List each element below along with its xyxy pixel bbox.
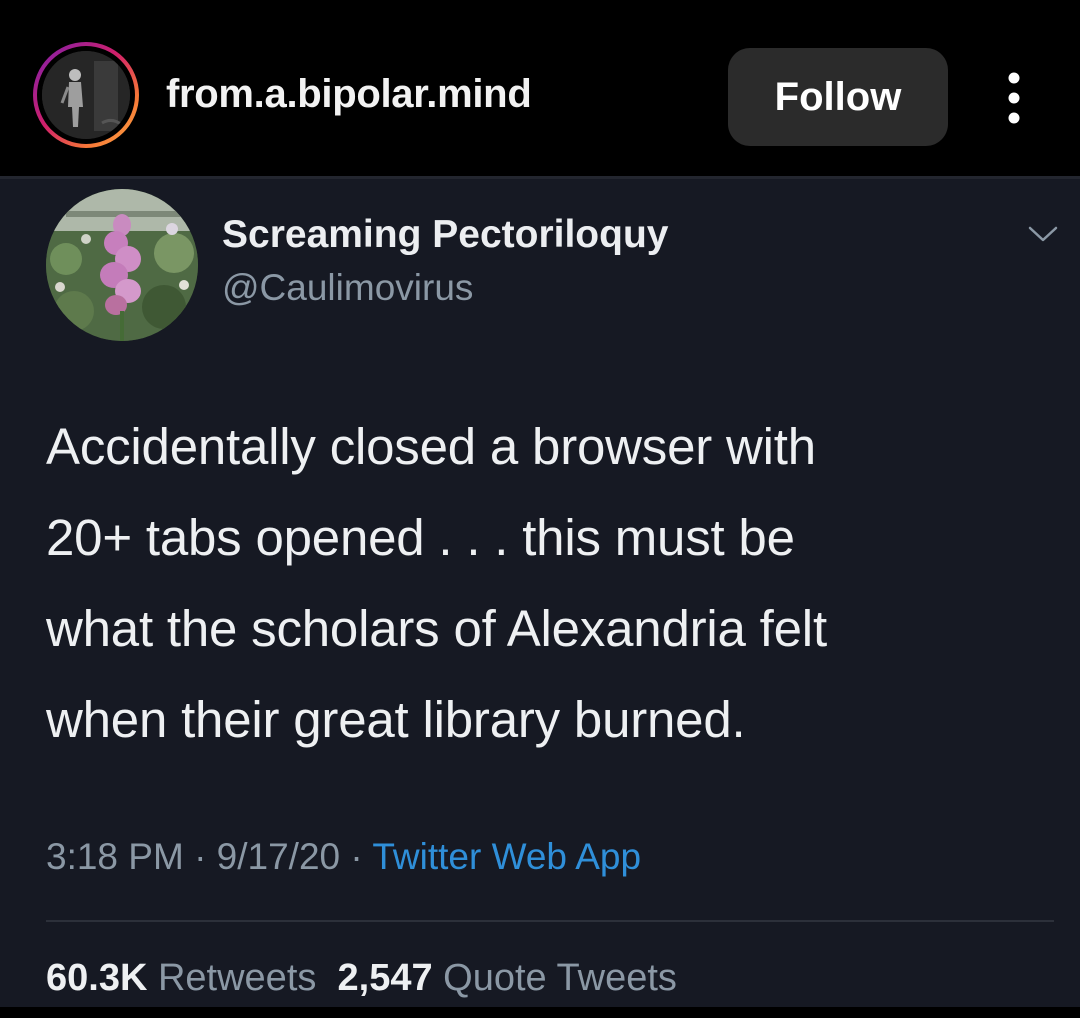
foxglove-flower-image: [46, 189, 198, 341]
more-vertical-icon[interactable]: [996, 70, 1032, 126]
retweets-stat[interactable]: 60.3K Retweets: [46, 957, 316, 999]
post-header: from.a.bipolar.mind Follow: [0, 0, 1080, 176]
tweet-timestamp[interactable]: 3:18 PM · 9/17/20 ·: [46, 836, 372, 877]
post-username[interactable]: from.a.bipolar.mind: [166, 72, 532, 117]
retweets-label: Retweets: [157, 957, 317, 999]
tweet-display-name[interactable]: Screaming Pectoriloquy: [222, 213, 668, 257]
tweet-stats: 60.3K Retweets 2,547 Quote Tweets: [46, 957, 677, 1000]
tweet-source-link[interactable]: Twitter Web App: [372, 836, 641, 877]
quote-tweets-label: Quote Tweets: [443, 957, 677, 999]
retweets-count: 60.3K: [46, 957, 148, 999]
story-ring[interactable]: [33, 42, 139, 148]
avatar-gap: [37, 46, 135, 144]
tweet-metadata: 3:18 PM · 9/17/20 · Twitter Web App: [46, 836, 641, 878]
divider: [46, 920, 1054, 922]
quote-tweets-stat[interactable]: 2,547 Quote Tweets: [338, 957, 677, 999]
follow-button[interactable]: Follow: [728, 48, 948, 146]
quote-tweets-count: 2,547: [337, 957, 433, 999]
tweet-card: Screaming Pectoriloquy @Caulimovirus Acc…: [0, 176, 1080, 1007]
tweet-handle[interactable]: @Caulimovirus: [222, 267, 473, 309]
avatar-figure-image: [42, 51, 130, 139]
avatar: [42, 51, 130, 139]
tweet-avatar[interactable]: [46, 189, 198, 341]
tweet-text: Accidentally closed a browser with 20+ t…: [46, 418, 827, 748]
chevron-down-icon[interactable]: [1026, 223, 1060, 245]
